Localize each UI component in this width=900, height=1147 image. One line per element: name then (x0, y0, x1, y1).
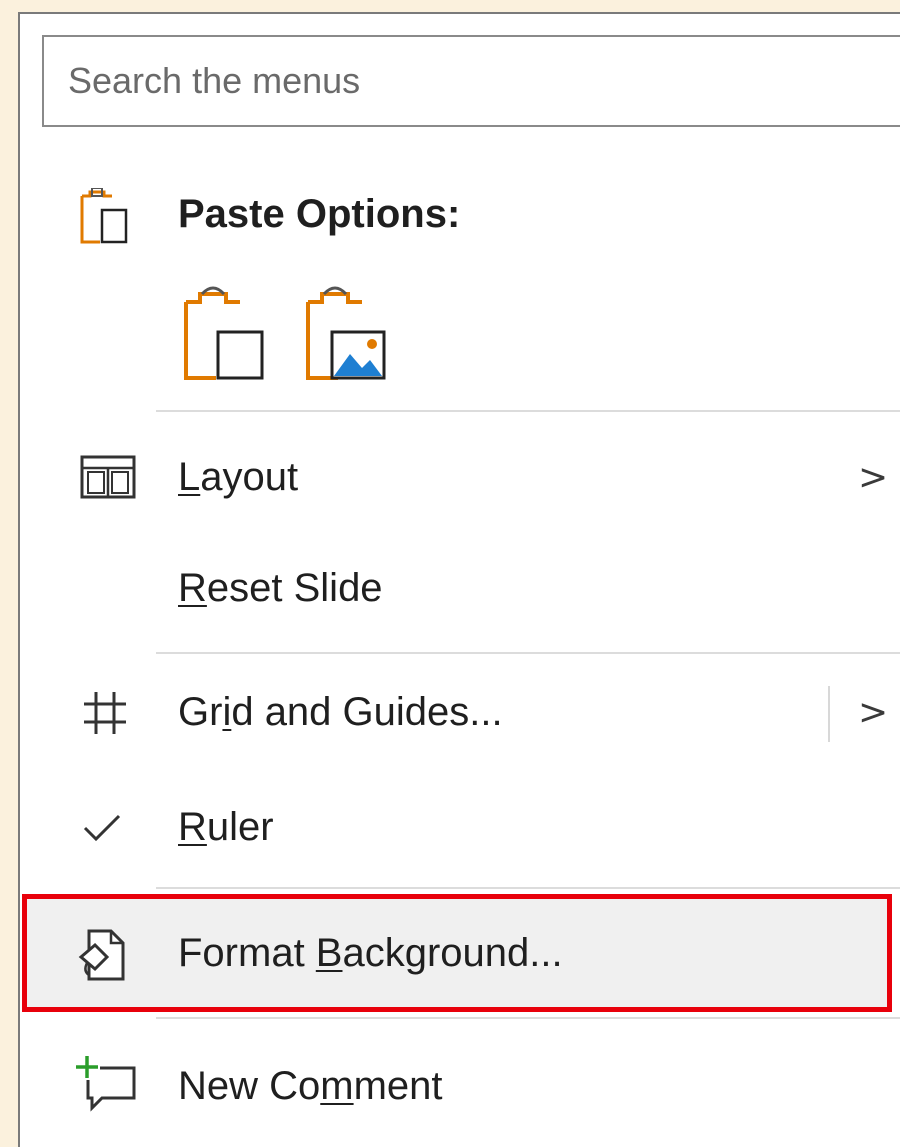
layout-label: Layout (178, 455, 299, 499)
context-menu: Paste Options: Layout > (18, 12, 900, 1147)
layout-icon (80, 455, 136, 499)
menu-item-layout[interactable]: Layout > (20, 419, 900, 529)
chevron-right-icon[interactable]: > (858, 692, 888, 733)
menu-item-new-comment[interactable]: New Comment (20, 1024, 900, 1134)
ruler-label: Ruler (178, 805, 274, 849)
format-background-label: Format Background... (178, 931, 563, 975)
clipboard-icon (80, 188, 128, 244)
submenu-divider (828, 686, 830, 742)
clipboard-picture-icon[interactable] (302, 284, 392, 384)
chevron-right-icon: > (858, 457, 889, 498)
check-icon (83, 814, 121, 842)
menu-item-grid-and-guides[interactable]: Grid and Guides... > (20, 654, 900, 766)
separator (156, 1017, 900, 1019)
separator (156, 887, 900, 889)
menu-item-ruler[interactable]: Ruler (20, 769, 900, 879)
new-comment-label: New Comment (178, 1064, 443, 1108)
search-input[interactable] (68, 57, 888, 105)
paste-options-header: Paste Options: (20, 174, 900, 254)
paste-options-label: Paste Options: (178, 192, 461, 236)
grid-and-guides-label: Grid and Guides... (178, 690, 503, 734)
format-background-icon (78, 929, 125, 981)
clipboard-paste-icon[interactable] (180, 284, 270, 384)
search-box[interactable] (42, 35, 900, 127)
reset-slide-label: Reset Slide (178, 566, 383, 610)
separator (156, 410, 900, 412)
grid-icon (84, 692, 126, 734)
new-comment-icon (74, 1054, 136, 1112)
menu-item-reset-slide[interactable]: Reset Slide (20, 534, 900, 644)
menu-item-format-background[interactable]: Format Background... (22, 894, 892, 1012)
paste-options-buttons (20, 276, 900, 386)
